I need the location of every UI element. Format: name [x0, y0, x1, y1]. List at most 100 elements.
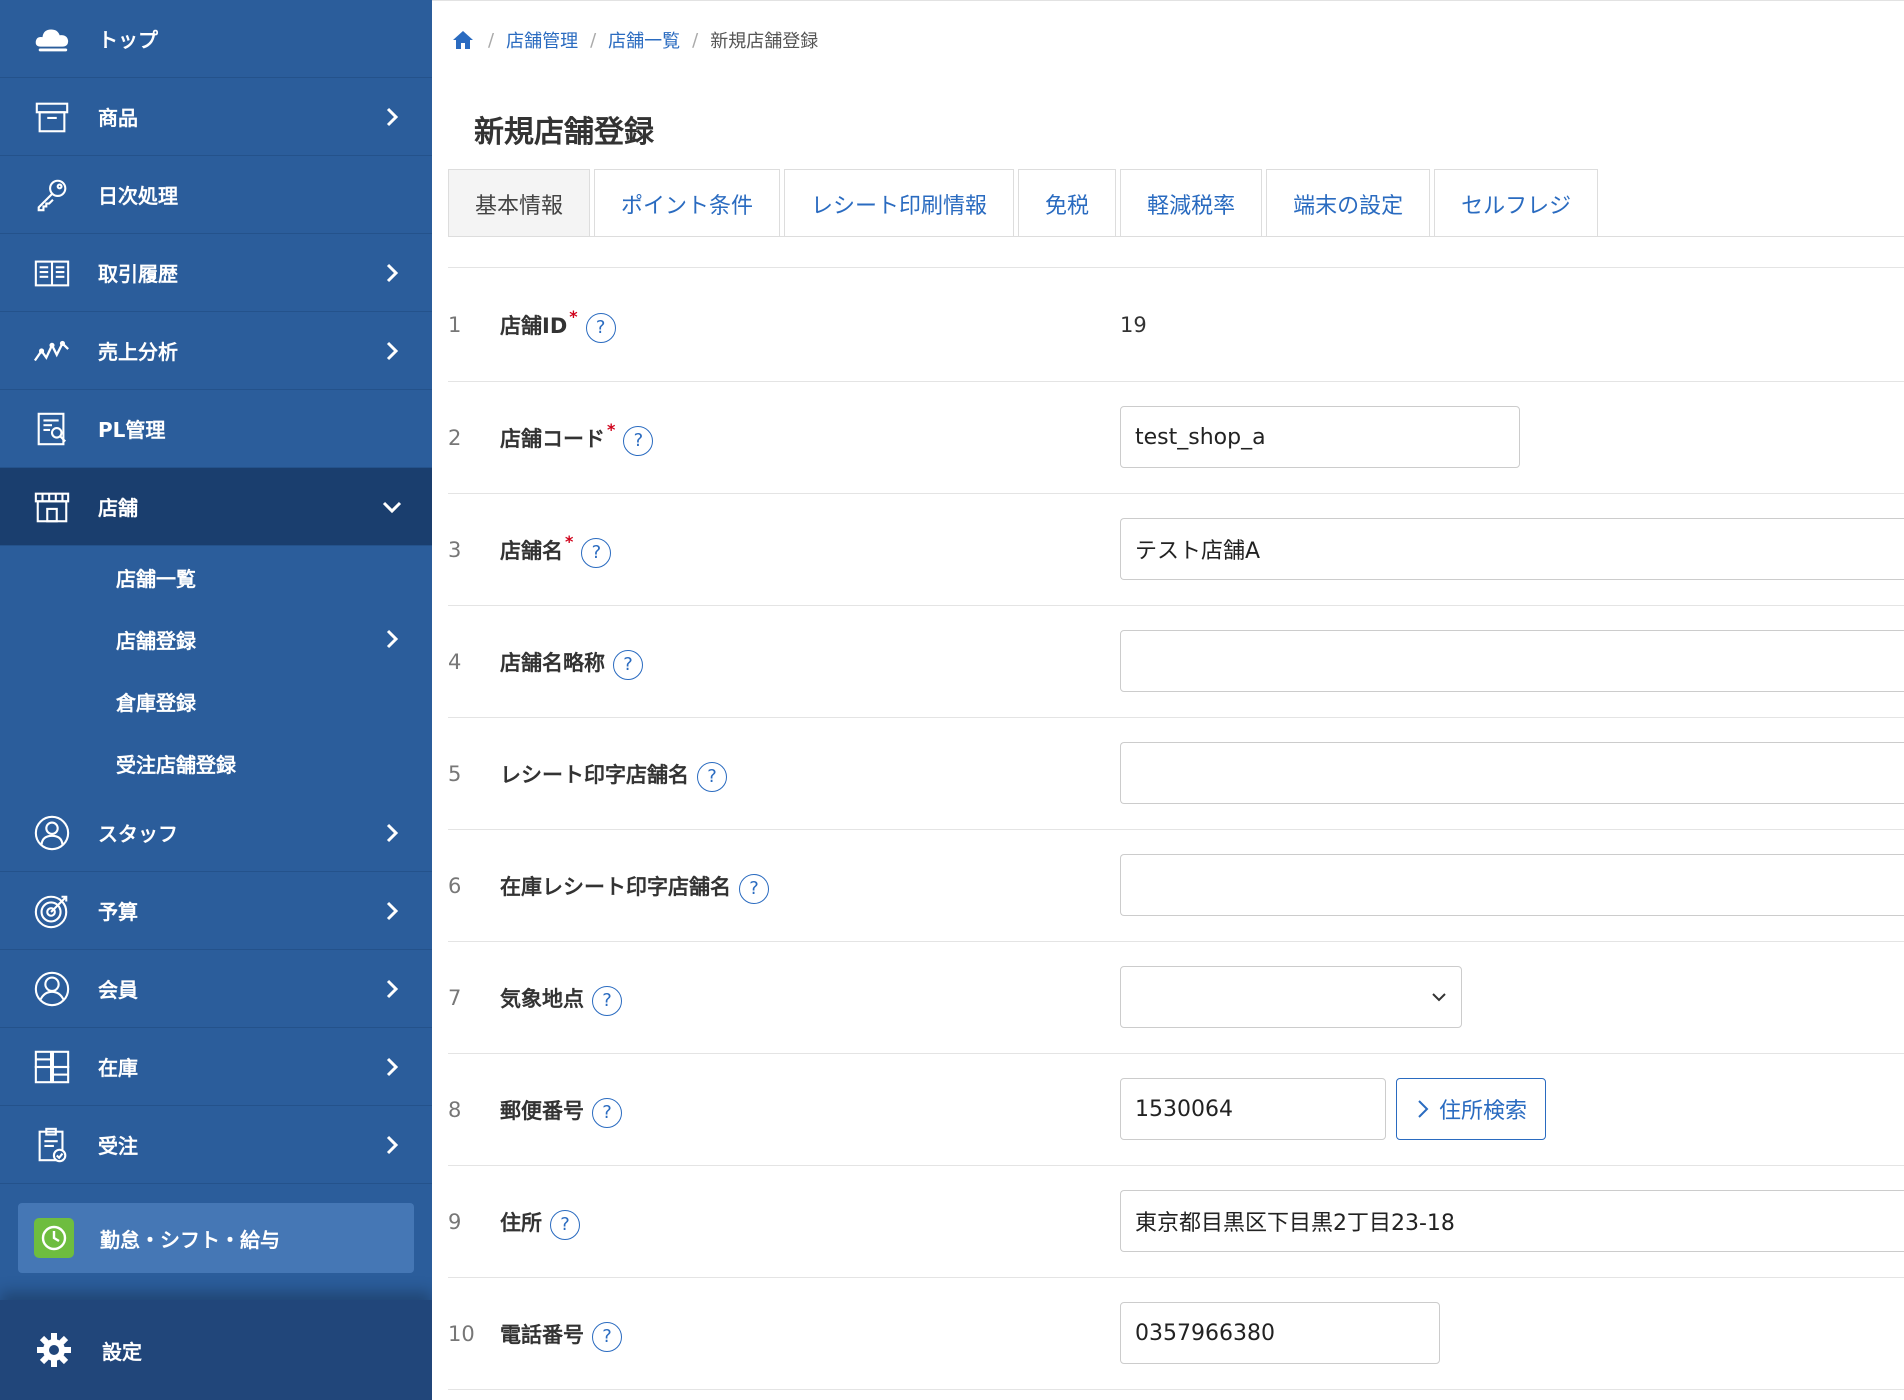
field-label-text: 住所 [500, 1210, 542, 1235]
postal-code-input[interactable]: 1530064 [1120, 1078, 1386, 1140]
field-label: 在庫レシート印字店舗名? [500, 830, 769, 941]
tab-reduced-tax[interactable]: 軽減税率 [1120, 169, 1263, 237]
store-short-name-input[interactable] [1120, 630, 1904, 692]
tab-basic-info[interactable]: 基本情報 [448, 169, 591, 237]
chevron-right-icon [1418, 1100, 1429, 1118]
sidebar-item-staff[interactable]: スタッフ [0, 794, 432, 872]
field-label-text: 店舗名 [500, 538, 563, 563]
sidebar-item-orders[interactable]: 受注 [0, 1106, 432, 1184]
phone-input[interactable]: 0357966380 [1120, 1302, 1440, 1364]
required-mark: * [565, 532, 574, 551]
row-number: 10 [448, 1321, 475, 1346]
store-id-value: 19 [1120, 312, 1147, 337]
field-label: レシート印字店舗名? [500, 718, 727, 829]
sidebar-item-inventory[interactable]: 在庫 [0, 1028, 432, 1106]
field-label: 気象地点? [500, 942, 622, 1053]
row-number: 5 [448, 761, 462, 786]
row-number: 3 [448, 537, 462, 562]
help-icon[interactable]: ? [585, 312, 616, 343]
clipboard-icon [32, 1125, 72, 1165]
sidebar-item-label: 受注 [98, 1134, 138, 1158]
store-code-input[interactable]: test_shop_a [1120, 406, 1520, 468]
box-icon [32, 97, 72, 137]
chevron-right-icon [380, 339, 404, 363]
tab-terminal-settings[interactable]: 端末の設定 [1266, 169, 1431, 237]
submenu-item-label: 店舗一覧 [116, 566, 196, 591]
tab-self-checkout[interactable]: セルフレジ [1434, 169, 1599, 237]
help-icon[interactable]: ? [613, 649, 643, 680]
form-row-stock-receipt-store-name: 6 在庫レシート印字店舗名? [448, 830, 1904, 942]
required-mark: * [607, 420, 616, 439]
field-label-text: 電話番号 [500, 1322, 584, 1347]
sidebar-item-label: トップ [98, 28, 158, 52]
sidebar-item-products[interactable]: 商品 [0, 78, 432, 156]
breadcrumb-separator: / [488, 29, 495, 51]
submenu-item-warehouse-register[interactable]: 倉庫登録 [0, 670, 432, 732]
help-icon[interactable]: ? [550, 1209, 580, 1240]
chevron-down-icon [380, 495, 404, 519]
breadcrumb-link-store-management[interactable]: 店舗管理 [506, 27, 578, 53]
tab-divider [448, 236, 1904, 237]
staff-icon [32, 813, 72, 853]
row-number: 2 [448, 425, 462, 450]
help-icon[interactable]: ? [592, 1321, 622, 1352]
breadcrumb-link-store-list[interactable]: 店舗一覧 [608, 27, 680, 53]
clock-icon [34, 1218, 74, 1258]
tab-point-conditions[interactable]: ポイント条件 [594, 169, 781, 237]
sidebar-item-sales-analysis[interactable]: 売上分析 [0, 312, 432, 390]
tab-tax-free[interactable]: 免税 [1018, 169, 1117, 237]
help-icon[interactable]: ? [739, 873, 769, 904]
sidebar: トップ 商品 日次処理 取引履歴 売上分析 PL管理 店舗 店舗一覧 店舗登録 … [0, 0, 432, 1400]
cloud-icon [32, 19, 72, 59]
member-icon [32, 969, 72, 1009]
settings-label: 設定 [102, 1339, 142, 1364]
form-row-store-id: 1 店舗ID *? 19 [448, 268, 1904, 382]
chevron-right-icon [380, 899, 404, 923]
home-icon[interactable] [452, 29, 474, 51]
address-input[interactable]: 東京都目黒区下目黒2丁目23-18 [1120, 1190, 1904, 1252]
chevron-down-icon [1429, 987, 1449, 1007]
help-icon[interactable]: ? [697, 761, 727, 792]
sidebar-item-label: PL管理 [98, 418, 166, 442]
receipt-store-name-input[interactable] [1120, 742, 1904, 804]
sidebar-item-top[interactable]: トップ [0, 0, 432, 78]
tab-bar: 基本情報 ポイント条件 レシート印刷情報 免税 軽減税率 端末の設定 セルフレジ [448, 169, 1602, 237]
form-row-weather-location: 7 気象地点? [448, 942, 1904, 1054]
sidebar-item-history[interactable]: 取引履歴 [0, 234, 432, 312]
sidebar-item-label: 予算 [98, 900, 138, 924]
sidebar-item-stores[interactable]: 店舗 [0, 468, 432, 546]
row-number: 4 [448, 649, 462, 674]
sidebar-item-label: 日次処理 [98, 184, 178, 208]
sidebar-item-label: 売上分析 [98, 340, 178, 364]
weather-location-select[interactable] [1120, 966, 1462, 1028]
kintai-label: 勤怠・シフト・給与 [100, 1227, 280, 1252]
help-icon[interactable]: ? [592, 1097, 622, 1128]
field-label-text: 店舗名略称 [500, 650, 605, 675]
submenu-item-order-store-register[interactable]: 受注店舗登録 [0, 732, 432, 794]
help-icon[interactable]: ? [592, 985, 622, 1016]
form-row-store-name: 3 店舗名 *? テスト店舗A [448, 494, 1904, 606]
trend-icon [32, 331, 72, 371]
field-label: 店舗コード *? [500, 382, 654, 493]
field-label-text: 店舗ID [500, 313, 568, 338]
breadcrumb-separator: / [590, 29, 597, 51]
help-icon[interactable]: ? [581, 537, 612, 568]
sidebar-item-pl[interactable]: PL管理 [0, 390, 432, 468]
field-label: 店舗名 *? [500, 494, 612, 605]
tab-receipt-print[interactable]: レシート印刷情報 [784, 169, 1015, 237]
submenu-item-store-register[interactable]: 店舗登録 [0, 608, 432, 670]
book-icon [32, 253, 72, 293]
submenu-item-store-list[interactable]: 店舗一覧 [0, 546, 432, 608]
field-label: 電話番号? [500, 1278, 622, 1389]
help-icon[interactable]: ? [623, 425, 654, 456]
sidebar-item-label: 商品 [98, 106, 138, 130]
address-search-button[interactable]: 住所検索 [1396, 1078, 1547, 1140]
kintai-shift-payroll-button[interactable]: 勤怠・シフト・給与 [18, 1203, 414, 1273]
sidebar-item-members[interactable]: 会員 [0, 950, 432, 1028]
sidebar-item-daily[interactable]: 日次処理 [0, 156, 432, 234]
store-name-input[interactable]: テスト店舗A [1120, 518, 1904, 580]
sidebar-item-budget[interactable]: 予算 [0, 872, 432, 950]
address-search-label: 住所検索 [1439, 1099, 1528, 1124]
stock-receipt-store-name-input[interactable] [1120, 854, 1904, 916]
settings-button[interactable]: 設定 [0, 1300, 432, 1400]
